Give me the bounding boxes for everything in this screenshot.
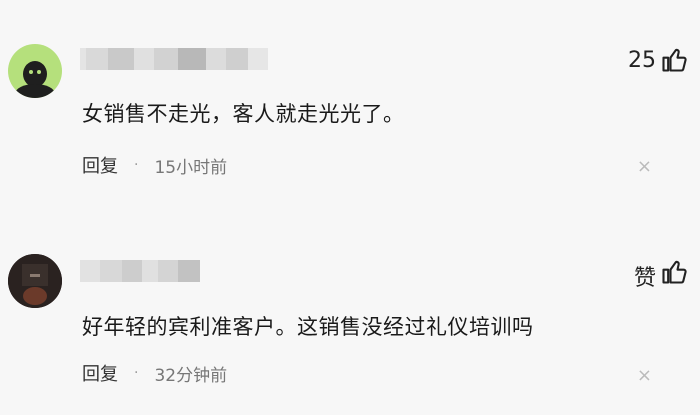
- separator-dot: ·: [134, 365, 139, 381]
- reply-button[interactable]: 回复: [82, 152, 118, 178]
- like-count[interactable]: 25: [628, 48, 656, 73]
- comment-time: 15小时前: [154, 157, 228, 178]
- thumbs-up-icon[interactable]: [660, 258, 688, 286]
- comment-item: 赞 好年轻的宾利准客户。这销售没经过礼仪培训吗 回复 · 32分钟前 ×: [0, 205, 700, 415]
- separator-dot: ·: [134, 157, 139, 173]
- thumbs-up-icon[interactable]: [660, 46, 688, 74]
- comment-text: 好年轻的宾利准客户。这销售没经过礼仪培训吗: [82, 315, 534, 339]
- close-icon[interactable]: ×: [637, 365, 652, 386]
- avatar[interactable]: [8, 44, 62, 98]
- like-label[interactable]: 赞: [634, 260, 656, 292]
- comment-meta: 回复 · 15小时前: [82, 152, 227, 178]
- reply-button[interactable]: 回复: [82, 360, 118, 386]
- close-icon[interactable]: ×: [637, 156, 652, 177]
- username-blurred[interactable]: [80, 48, 268, 70]
- comment-text: 女销售不走光，客人就走光光了。: [82, 102, 405, 126]
- comment-item: 25 女销售不走光，客人就走光光了。 回复 · 15小时前 ×: [0, 0, 700, 205]
- avatar-icon: [15, 61, 55, 98]
- comment-time: 32分钟前: [154, 365, 228, 386]
- username-blurred[interactable]: [80, 260, 200, 282]
- avatar[interactable]: [8, 254, 62, 308]
- comment-meta: 回复 · 32分钟前: [82, 360, 227, 386]
- avatar-icon: [8, 254, 62, 308]
